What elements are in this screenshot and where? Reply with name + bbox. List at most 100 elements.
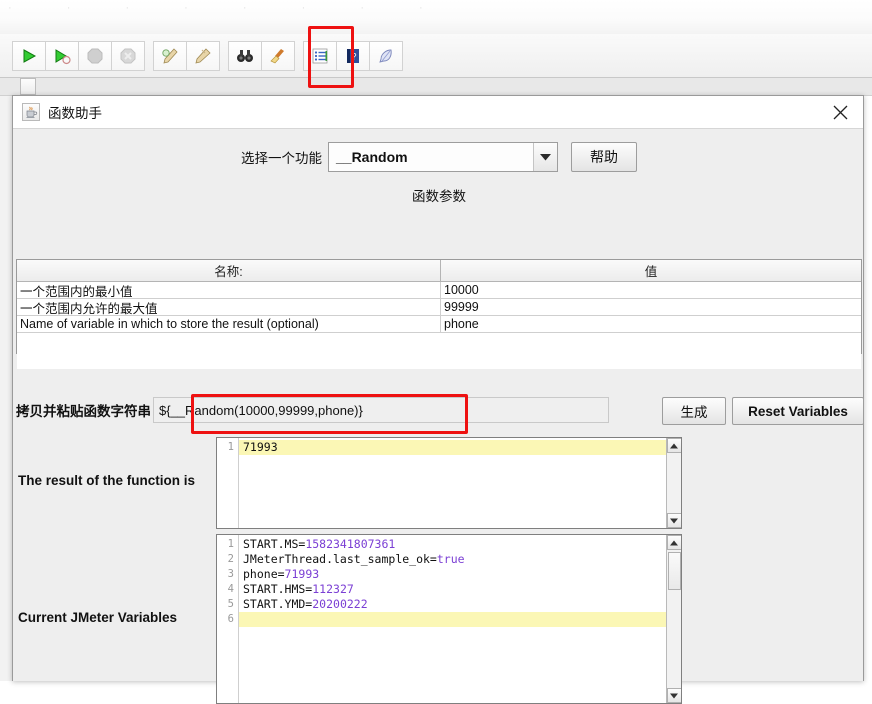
help-button[interactable]: 帮助 bbox=[571, 142, 637, 172]
dialog-title-bar: 函数助手 bbox=[13, 96, 863, 129]
variables-text-area[interactable]: START.MS=1582341807361 JMeterThread.last… bbox=[239, 535, 666, 703]
variable-value: 71993 bbox=[284, 567, 320, 581]
function-string-label: 拷贝并粘贴函数字符串 bbox=[16, 404, 151, 419]
table-empty-space bbox=[17, 333, 861, 369]
result-line: 71993 bbox=[239, 440, 666, 455]
clear-button[interactable] bbox=[153, 40, 187, 71]
java-cup-icon bbox=[22, 103, 40, 121]
param-name: 一个范围内的最小值 bbox=[17, 282, 441, 298]
function-string-input[interactable]: ${__Random(10000,99999,phone)} bbox=[153, 397, 609, 423]
variable-line: START.HMS=112327 bbox=[239, 582, 666, 597]
variables-scroll-track[interactable] bbox=[667, 550, 682, 688]
blue-question-book-icon: ? bbox=[344, 47, 362, 65]
shutdown-button bbox=[111, 40, 145, 71]
generate-button[interactable]: 生成 bbox=[662, 397, 726, 425]
param-value[interactable]: 10000 bbox=[441, 282, 861, 298]
dialog-title: 函数助手 bbox=[48, 106, 102, 121]
stop-octagon-icon bbox=[86, 47, 104, 65]
variable-value: true bbox=[436, 552, 465, 566]
jmeter-variables-label: Current JMeter Variables bbox=[18, 610, 178, 625]
menu-bar-ghost-text: · · · · · · · · bbox=[8, 2, 449, 14]
toolbar-group-tools: ? bbox=[303, 40, 403, 71]
close-icon[interactable] bbox=[823, 98, 857, 126]
result-text-area[interactable]: 71993 bbox=[239, 438, 666, 528]
toolbar-group-run bbox=[12, 40, 145, 71]
variable-key: START.MS= bbox=[243, 537, 306, 551]
table-row[interactable]: 一个范围内的最小值 10000 bbox=[17, 282, 861, 299]
column-header-name: 名称: bbox=[17, 260, 441, 281]
line-number: 4 bbox=[227, 583, 234, 595]
variable-line: START.YMD=20200222 bbox=[239, 597, 666, 612]
function-helper-button[interactable] bbox=[303, 40, 337, 71]
variable-line: phone=71993 bbox=[239, 567, 666, 582]
brush-clear-all-icon bbox=[194, 47, 212, 65]
variable-value: 1582341807361 bbox=[305, 537, 396, 551]
variable-key: phone= bbox=[243, 567, 285, 581]
variables-scrollbar[interactable] bbox=[666, 535, 681, 703]
svg-text:?: ? bbox=[351, 51, 356, 61]
table-header-row: 名称: 值 bbox=[17, 260, 861, 282]
variable-line: START.MS=1582341807361 bbox=[239, 537, 666, 552]
column-header-value: 值 bbox=[644, 265, 658, 279]
help-toolbar-button[interactable]: ? bbox=[336, 40, 370, 71]
variables-scroll-thumb[interactable] bbox=[667, 552, 681, 590]
jmeter-variables-pane[interactable]: 1 2 3 4 5 6 START.MS=1582341807361 JMete… bbox=[216, 534, 682, 704]
start-no-pauses-button[interactable] bbox=[45, 40, 79, 71]
line-number: 1 bbox=[227, 538, 234, 550]
result-scrollbar[interactable] bbox=[666, 438, 681, 528]
jmeter-variables-row: Current JMeter Variables 1 2 3 4 5 6 STA… bbox=[13, 534, 865, 704]
binoculars-icon bbox=[236, 47, 254, 65]
chevron-down-icon[interactable] bbox=[533, 143, 557, 171]
triangle-up-icon[interactable] bbox=[666, 438, 681, 453]
triangle-down-icon[interactable] bbox=[666, 513, 681, 528]
workbench-tab-handle[interactable] bbox=[20, 78, 36, 95]
function-parameters-table: 名称: 值 一个范围内的最小值 10000 一个范围内允许的最大值 99999 … bbox=[16, 259, 862, 369]
toolbar-group-search bbox=[228, 40, 295, 71]
param-value[interactable]: phone bbox=[441, 316, 861, 332]
templates-button[interactable] bbox=[369, 40, 403, 71]
reset-variables-button[interactable]: Reset Variables bbox=[732, 397, 864, 425]
variable-key: START.YMD= bbox=[243, 597, 313, 611]
start-button[interactable] bbox=[12, 40, 46, 71]
result-scroll-track[interactable] bbox=[667, 453, 682, 513]
menu-bar: · · · · · · · · bbox=[0, 0, 872, 34]
function-result-pane[interactable]: 1 71993 bbox=[216, 437, 682, 529]
line-number: 2 bbox=[227, 553, 234, 565]
variable-value: 112327 bbox=[312, 582, 354, 596]
play-icon bbox=[20, 47, 38, 65]
triangle-up-icon[interactable] bbox=[666, 535, 681, 550]
table-row[interactable]: Name of variable in which to store the r… bbox=[17, 316, 861, 333]
broom-icon bbox=[269, 47, 287, 65]
workbench-scroll-strip bbox=[0, 78, 872, 96]
search-button[interactable] bbox=[228, 40, 262, 71]
variables-line-numbers: 1 2 3 4 5 6 bbox=[217, 535, 239, 703]
variable-line: JMeterThread.last_sample_ok=true bbox=[239, 552, 666, 567]
function-helper-dialog: 函数助手 选择一个功能 __Random 帮助 函数参数 名称: 值 一个范围内… bbox=[12, 95, 865, 704]
variable-value: 20200222 bbox=[312, 597, 368, 611]
shutdown-octagon-icon bbox=[119, 47, 137, 65]
triangle-down-icon[interactable] bbox=[666, 688, 681, 703]
table-row[interactable]: 一个范围内允许的最大值 99999 bbox=[17, 299, 861, 316]
function-result-row: The result of the function is 1 71993 bbox=[13, 437, 865, 529]
brush-clear-icon bbox=[161, 47, 179, 65]
clear-all-button[interactable] bbox=[186, 40, 220, 71]
reset-search-button[interactable] bbox=[261, 40, 295, 71]
result-line-numbers: 1 bbox=[217, 438, 239, 528]
line-number: 6 bbox=[227, 613, 234, 625]
param-name: 一个范围内允许的最大值 bbox=[17, 299, 441, 315]
stop-button bbox=[78, 40, 112, 71]
select-function-row: 选择一个功能 __Random 帮助 bbox=[13, 142, 865, 172]
function-select[interactable]: __Random bbox=[328, 142, 558, 172]
bulleted-list-icon bbox=[311, 47, 329, 65]
line-number: 3 bbox=[227, 568, 234, 580]
function-string-row: 拷贝并粘贴函数字符串 ${__Random(10000,99999,phone)… bbox=[16, 394, 864, 434]
variable-line-empty bbox=[239, 612, 666, 627]
param-value[interactable]: 99999 bbox=[441, 299, 861, 315]
main-toolbar: ? bbox=[0, 34, 872, 78]
param-name: Name of variable in which to store the r… bbox=[17, 316, 441, 332]
line-number: 5 bbox=[227, 598, 234, 610]
feather-icon bbox=[377, 47, 395, 65]
play-no-pause-icon bbox=[53, 47, 71, 65]
function-result-label: The result of the function is bbox=[18, 473, 196, 488]
function-select-value: __Random bbox=[336, 149, 408, 165]
